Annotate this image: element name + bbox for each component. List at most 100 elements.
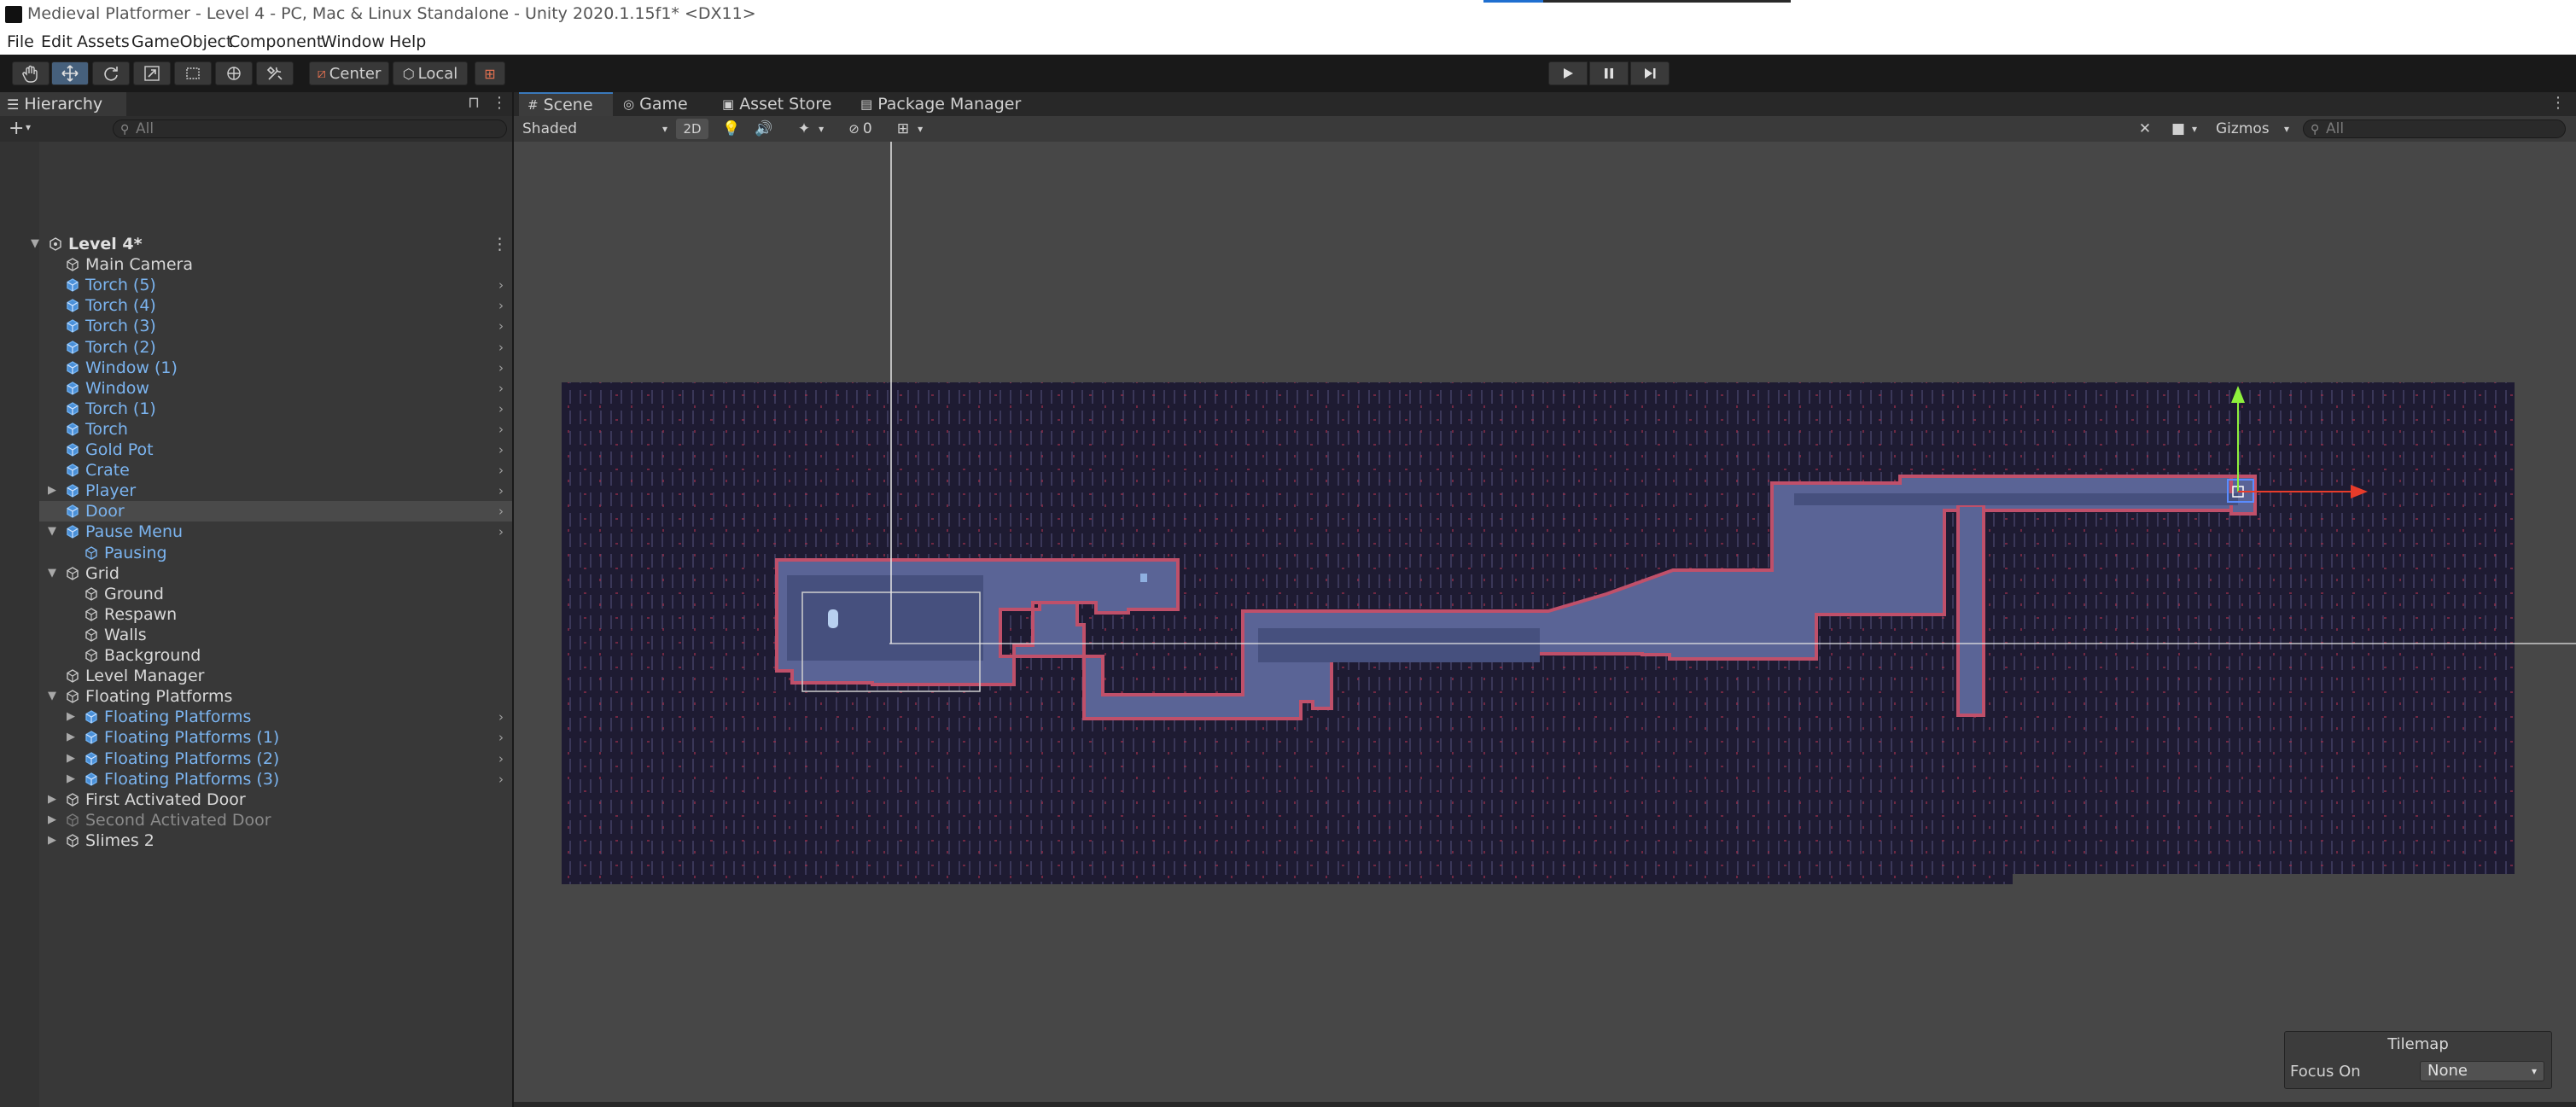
hierarchy-item[interactable]: Level Manager bbox=[39, 666, 512, 686]
hierarchy-item[interactable]: ▶ Floating Platforms (1) › bbox=[39, 727, 512, 748]
hierarchy-item[interactable]: Window › bbox=[39, 378, 512, 399]
hierarchy-item[interactable]: ▶ Floating Platforms (3) › bbox=[39, 769, 512, 789]
open-prefab-chevron-icon[interactable]: › bbox=[498, 440, 504, 460]
expand-open-icon[interactable]: ▼ bbox=[48, 521, 56, 542]
menu-assets[interactable]: Assets bbox=[77, 32, 130, 51]
expand-open-icon[interactable]: ▼ bbox=[31, 234, 39, 254]
custom-tool-icon[interactable] bbox=[256, 61, 294, 85]
open-prefab-chevron-icon[interactable]: › bbox=[498, 295, 504, 316]
open-prefab-chevron-icon[interactable]: › bbox=[498, 358, 504, 378]
expand-closed-icon[interactable]: ▶ bbox=[48, 830, 56, 851]
hierarchy-item[interactable]: ▶ Floating Platforms (2) › bbox=[39, 749, 512, 769]
open-prefab-chevron-icon[interactable]: › bbox=[498, 337, 504, 358]
space-local-toggle[interactable]: ⬡ Local bbox=[393, 61, 468, 85]
menu-gameobject[interactable]: GameObject bbox=[131, 32, 232, 51]
open-prefab-chevron-icon[interactable]: › bbox=[498, 275, 504, 295]
expand-closed-icon[interactable]: ▶ bbox=[48, 810, 56, 830]
expand-closed-icon[interactable]: ▶ bbox=[67, 749, 75, 769]
menu-help[interactable]: Help bbox=[389, 32, 426, 51]
scene-visibility-toggle[interactable]: ⊘ 0 bbox=[840, 119, 881, 139]
open-prefab-chevron-icon[interactable]: › bbox=[498, 460, 504, 481]
open-prefab-chevron-icon[interactable]: › bbox=[498, 378, 504, 399]
hierarchy-item[interactable]: Walls bbox=[39, 625, 512, 645]
toggle-2d-button[interactable]: 2D bbox=[676, 119, 708, 139]
open-prefab-chevron-icon[interactable]: › bbox=[498, 501, 504, 521]
prefab-cube-icon bbox=[67, 443, 79, 457]
hierarchy-item[interactable]: ▶ First Activated Door bbox=[39, 789, 512, 810]
hierarchy-item[interactable]: ▼ Pause Menu › bbox=[39, 521, 512, 542]
hierarchy-item[interactable]: Door › bbox=[39, 501, 512, 521]
tools-icon[interactable]: ✕ bbox=[2132, 119, 2158, 139]
snap-grid-icon[interactable]: ⊞ bbox=[475, 61, 505, 85]
menu-component[interactable]: Component bbox=[229, 32, 323, 51]
hierarchy-item[interactable]: ▼ Level 4* ⋮ bbox=[31, 234, 512, 254]
effects-dropdown[interactable]: ✦ ▾ bbox=[785, 119, 836, 139]
scene-search-input[interactable]: ⚲ All bbox=[2303, 119, 2566, 138]
scale-tool-icon[interactable] bbox=[133, 61, 171, 85]
hierarchy-item[interactable]: ▶ Second Activated Door bbox=[39, 810, 512, 830]
expand-closed-icon[interactable]: ▶ bbox=[67, 707, 75, 727]
hierarchy-item[interactable]: Main Camera bbox=[39, 254, 512, 275]
camera-dropdown[interactable]: ■ ▾ bbox=[2163, 119, 2206, 139]
open-prefab-chevron-icon[interactable]: › bbox=[498, 316, 504, 336]
hierarchy-item[interactable]: Torch › bbox=[39, 419, 512, 440]
open-prefab-chevron-icon[interactable]: › bbox=[498, 521, 504, 542]
open-prefab-chevron-icon[interactable]: › bbox=[498, 769, 504, 789]
transform-tool-icon[interactable] bbox=[215, 61, 253, 85]
hierarchy-item[interactable]: Ground bbox=[39, 584, 512, 604]
hierarchy-item[interactable]: Torch (3) › bbox=[39, 316, 512, 336]
rect-tool-icon[interactable] bbox=[174, 61, 212, 85]
hierarchy-item[interactable]: ▼ Grid bbox=[39, 563, 512, 584]
tab-asset-store[interactable]: ▣ Asset Store bbox=[722, 92, 842, 116]
menu-window[interactable]: Window bbox=[321, 32, 385, 51]
expand-closed-icon[interactable]: ▶ bbox=[48, 789, 56, 810]
hierarchy-item[interactable]: Torch (2) › bbox=[39, 337, 512, 358]
expand-closed-icon[interactable]: ▶ bbox=[48, 481, 56, 501]
gizmos-dropdown[interactable]: Gizmos ▾ bbox=[2211, 119, 2294, 139]
step-button[interactable] bbox=[1630, 61, 1670, 85]
focus-on-dropdown[interactable]: None ▾ bbox=[2420, 1061, 2544, 1081]
expand-closed-icon[interactable]: ▶ bbox=[67, 727, 75, 748]
hierarchy-item[interactable]: Torch (1) › bbox=[39, 399, 512, 419]
open-prefab-chevron-icon[interactable]: › bbox=[498, 399, 504, 419]
lighting-icon[interactable]: 💡 bbox=[717, 119, 746, 139]
grid-snapping-dropdown[interactable]: ⊞ ▾ bbox=[884, 119, 935, 139]
hierarchy-item[interactable]: Gold Pot › bbox=[39, 440, 512, 460]
hand-tool-icon[interactable] bbox=[12, 61, 50, 85]
tab-package-manager[interactable]: ▤ Package Manager bbox=[860, 92, 1031, 116]
menu-edit[interactable]: Edit bbox=[41, 32, 73, 51]
hierarchy-item[interactable]: Window (1) › bbox=[39, 358, 512, 378]
audio-icon[interactable]: 🔊 bbox=[749, 119, 778, 139]
scene-viewport[interactable] bbox=[514, 142, 2576, 1102]
hierarchy-item[interactable]: ▼ Floating Platforms bbox=[39, 686, 512, 707]
pivot-center-toggle[interactable]: ⧄ Center bbox=[309, 61, 389, 85]
hierarchy-item[interactable]: Pausing bbox=[39, 543, 512, 563]
menu-file[interactable]: File bbox=[7, 32, 34, 51]
hierarchy-item[interactable]: Torch (5) › bbox=[39, 275, 512, 295]
open-prefab-chevron-icon[interactable]: › bbox=[498, 727, 504, 748]
pause-button[interactable] bbox=[1589, 61, 1629, 85]
expand-open-icon[interactable]: ▼ bbox=[48, 563, 56, 584]
more-options-icon[interactable]: ⋮ bbox=[2550, 94, 2566, 112]
expand-open-icon[interactable]: ▼ bbox=[48, 686, 56, 707]
hierarchy-item[interactable]: ▶ Player › bbox=[39, 481, 512, 501]
tab-game[interactable]: ◎ Game bbox=[623, 92, 708, 116]
rotate-tool-icon[interactable] bbox=[92, 61, 130, 85]
draw-mode-dropdown[interactable]: Shaded ▾ bbox=[519, 119, 673, 139]
hierarchy-item[interactable]: ▶ Floating Platforms › bbox=[39, 707, 512, 727]
tab-scene[interactable]: # Scene bbox=[519, 92, 613, 116]
scene-canvas[interactable] bbox=[514, 142, 2576, 1102]
open-prefab-chevron-icon[interactable]: › bbox=[498, 707, 504, 727]
scene-menu-icon[interactable]: ⋮ bbox=[492, 234, 508, 254]
open-prefab-chevron-icon[interactable]: › bbox=[498, 749, 504, 769]
hierarchy-item[interactable]: Background bbox=[39, 645, 512, 666]
hierarchy-item[interactable]: Crate › bbox=[39, 460, 512, 481]
open-prefab-chevron-icon[interactable]: › bbox=[498, 481, 504, 501]
hierarchy-item[interactable]: Respawn bbox=[39, 604, 512, 625]
hierarchy-item[interactable]: Torch (4) › bbox=[39, 295, 512, 316]
expand-closed-icon[interactable]: ▶ bbox=[67, 769, 75, 789]
play-button[interactable] bbox=[1548, 61, 1588, 85]
move-tool-icon[interactable] bbox=[51, 61, 89, 85]
hierarchy-item[interactable]: ▶ Slimes 2 bbox=[39, 830, 512, 851]
open-prefab-chevron-icon[interactable]: › bbox=[498, 419, 504, 440]
